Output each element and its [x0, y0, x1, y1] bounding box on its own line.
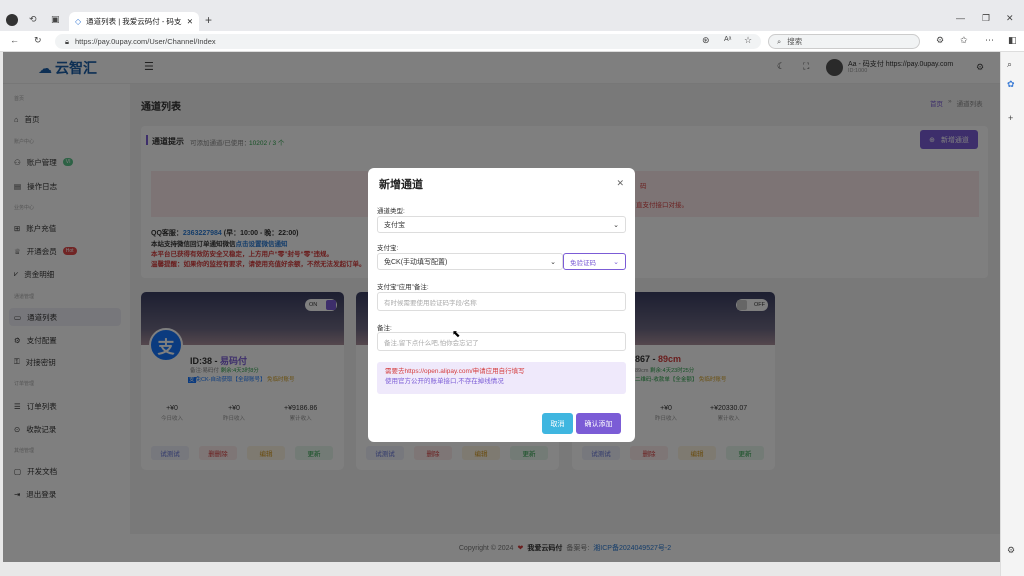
more-menu-icon[interactable]: ⋯: [985, 36, 994, 45]
favorites-icon[interactable]: ✩: [960, 36, 968, 45]
url-text: https://pay.0upay.com/User/Channel/Index: [75, 37, 216, 46]
search-placeholder: 搜索: [787, 37, 803, 46]
back-icon[interactable]: ←: [10, 36, 19, 45]
remark-input[interactable]: 备注,留下点什么吧,怕你会忘记了: [377, 332, 626, 351]
window-close-icon[interactable]: ✕: [1006, 14, 1014, 23]
modal-title: 新增通道: [379, 179, 423, 191]
tab-favicon-icon: ◇: [75, 17, 82, 26]
cert-input[interactable]: 有时候需要使用验证码字段/名称: [377, 292, 626, 311]
info-box: 需要去https://open.alipay.com/申请应用自行填写 使用官方…: [377, 362, 626, 394]
remark-placeholder: 备注,留下点什么吧,怕你会忘记了: [384, 339, 479, 347]
extensions-icon[interactable]: ⚙: [936, 36, 944, 45]
info-line-2: 使用官方公开的账单接口,不存在掉线情况: [385, 378, 504, 385]
restore-icon[interactable]: ❐: [982, 14, 990, 23]
channel-type-label: 通道类型:: [377, 208, 405, 215]
tab-close-icon[interactable]: ✕: [187, 17, 193, 26]
method-label: 支付宝:: [377, 245, 399, 252]
cancel-button[interactable]: 取消: [542, 413, 573, 434]
minimize-icon[interactable]: —: [956, 14, 965, 23]
chevron-down-icon: ⌄: [613, 258, 619, 266]
method-select[interactable]: 免CK(手动填写配置) ⌄: [377, 253, 563, 270]
lock-icon: 🔒︎: [65, 36, 69, 46]
remark-label: 备注:: [377, 325, 392, 332]
browser-search-box[interactable]: ⌕ 搜索: [768, 34, 920, 49]
method-value: 免CK(手动填写配置): [384, 258, 448, 266]
channel-type-value: 支付宝: [384, 221, 405, 229]
verify-mode-value: 免验证码: [570, 259, 596, 267]
tab-actions-icon[interactable]: ▣: [51, 15, 60, 24]
profile-icon[interactable]: [6, 14, 18, 26]
refresh-icon[interactable]: ↻: [34, 36, 42, 45]
chevron-down-icon: ⌄: [550, 258, 556, 266]
info-line-1: 需要去https://open.alipay.com/申请应用自行填写: [385, 368, 525, 375]
cert-label: 支付宝“应用”备注:: [377, 284, 429, 291]
mouse-cursor-icon: ⬉: [452, 329, 461, 340]
url-bar[interactable]: 🔒︎ https://pay.0upay.com/User/Channel/In…: [55, 34, 761, 49]
edge-copilot-icon[interactable]: ✿: [1007, 80, 1015, 89]
add-channel-modal: 新增通道 ✕ 通道类型: 支付宝 ⌄ 支付宝: 免CK(手动填写配置) ⌄ 免验…: [368, 168, 635, 442]
favorite-star-icon[interactable]: ☆: [744, 36, 752, 45]
modal-close-icon[interactable]: ✕: [616, 178, 624, 189]
browser-tab[interactable]: ◇ 通道列表 | 我爱云码付 - 码支二维码 ✕: [69, 12, 199, 31]
edge-add-icon[interactable]: +: [1008, 114, 1013, 123]
chevron-down-icon: ⌄: [613, 221, 619, 229]
edge-search-icon[interactable]: ⌕: [1007, 60, 1012, 69]
sidebar-toggle-icon[interactable]: ◧: [1008, 36, 1017, 45]
edge-settings-icon[interactable]: ⚙: [1007, 546, 1015, 555]
edge-sidebar: [1000, 52, 1024, 576]
search-icon: ⌕: [777, 36, 782, 46]
read-aloud-icon[interactable]: Aᵃ: [724, 36, 731, 43]
new-tab-icon[interactable]: +: [205, 14, 212, 26]
workspaces-icon[interactable]: ⟲: [29, 15, 37, 24]
translate-icon[interactable]: ⊛: [702, 36, 710, 45]
cert-placeholder: 有时候需要使用验证码字段/名称: [384, 299, 477, 307]
confirm-add-button[interactable]: 确认添加: [576, 413, 621, 434]
tab-title: 通道列表 | 我爱云码付 - 码支二维码: [86, 17, 182, 26]
verify-mode-select[interactable]: 免验证码 ⌄: [563, 253, 626, 270]
channel-type-select[interactable]: 支付宝 ⌄: [377, 216, 626, 233]
